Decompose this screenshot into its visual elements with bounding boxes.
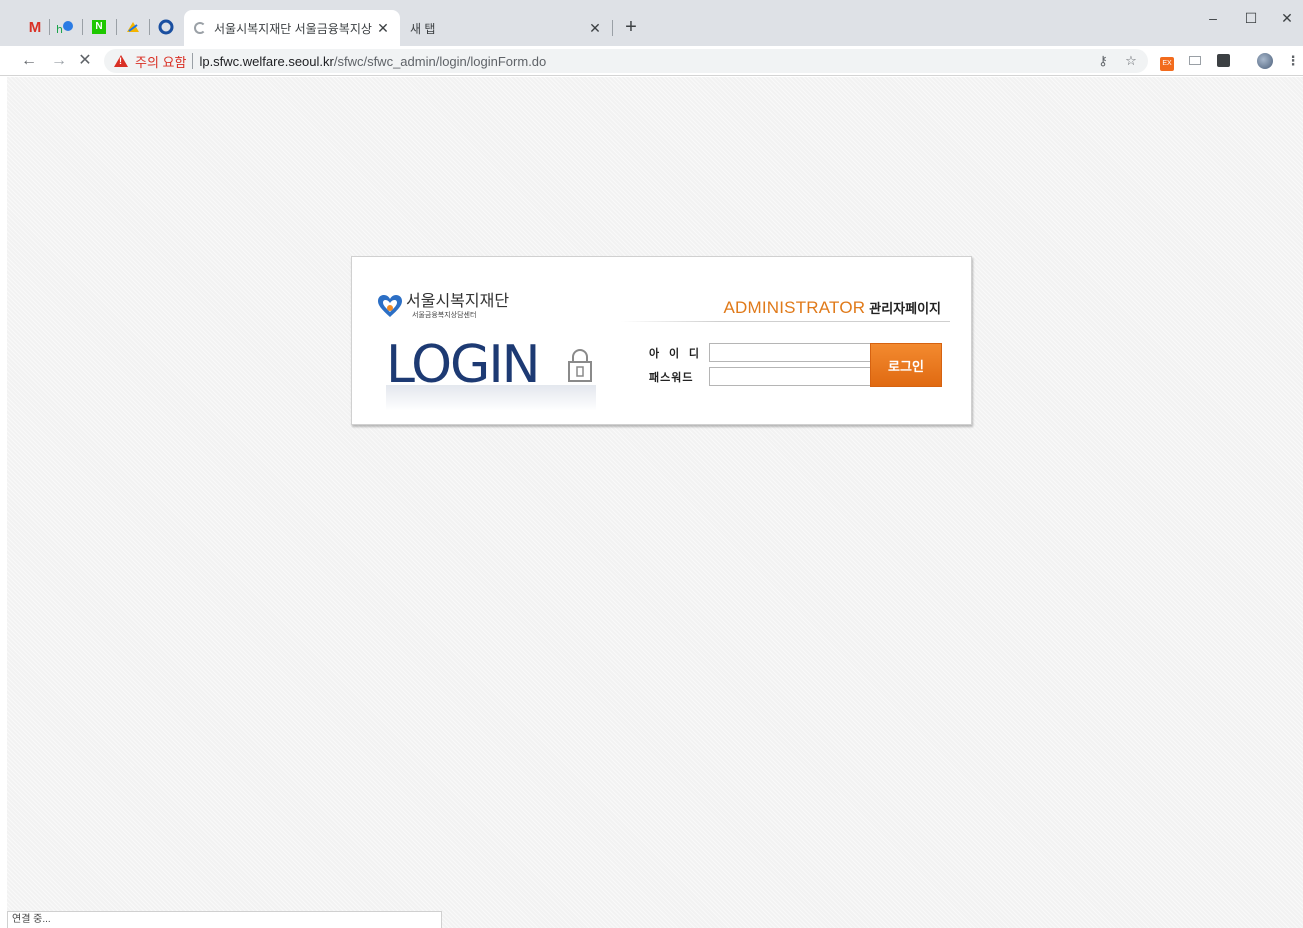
tab-title: 서울시복지재단 서울금융복지상: [214, 21, 372, 36]
warning-icon: [114, 55, 128, 67]
admin-title-en: ADMINISTRATOR: [723, 298, 866, 317]
pinned-separator: [116, 19, 117, 35]
minimize-button[interactable]: ‒: [1198, 6, 1228, 30]
heart-logo-icon: [378, 295, 402, 317]
pinned-separator: [49, 19, 50, 35]
org-name: 서울시복지재단: [406, 293, 510, 310]
close-tab-icon[interactable]: ✕: [374, 19, 392, 37]
pinned-tab-4[interactable]: [122, 16, 144, 38]
id-input[interactable]: [709, 343, 871, 362]
admin-title-ko: 관리자페이지: [869, 301, 941, 316]
profile-avatar-icon[interactable]: [1256, 52, 1274, 70]
org-subname: 서울금융복지상담센터: [412, 312, 477, 319]
loading-spinner-icon: [194, 22, 206, 34]
tab-active[interactable]: 서울시복지재단 서울금융복지상 ✕: [184, 10, 400, 46]
forward-button[interactable]: →: [48, 50, 70, 72]
extension-ex-icon[interactable]: EX: [1158, 52, 1176, 71]
org-logo: 서울시복지재단 서울금융복지상담센터: [377, 293, 509, 321]
login-button[interactable]: 로그인: [870, 343, 942, 387]
menu-kebab-icon[interactable]: ⋮: [1284, 52, 1302, 70]
new-tab-button[interactable]: +: [620, 16, 642, 40]
close-tab-icon[interactable]: ✕: [586, 19, 604, 37]
omnibox-separator: [192, 53, 194, 69]
tab-divider: [612, 20, 613, 36]
gmail-icon: M: [28, 18, 42, 36]
back-button[interactable]: ←: [18, 50, 40, 72]
key-icon[interactable]: ⚷: [1094, 52, 1112, 70]
browser-toolbar: ← → ✕ 주의 요함 lp.sfwc.welfare.seoul.kr /sf…: [0, 46, 1303, 76]
svg-text:h: h: [56, 23, 63, 35]
pinned-tab-naver[interactable]: N: [88, 16, 110, 38]
extension-dark-icon[interactable]: [1214, 52, 1232, 70]
pinned-separator: [149, 19, 150, 35]
tab-new[interactable]: 새 탭 ✕: [400, 10, 612, 46]
password-input[interactable]: [709, 367, 871, 386]
login-reflection: [386, 385, 596, 411]
bookmark-star-icon[interactable]: ☆: [1122, 52, 1140, 70]
tab-title: 새 탭: [410, 21, 436, 36]
url-host: lp.sfwc.welfare.seoul.kr: [199, 53, 334, 69]
pinned-separator: [82, 19, 83, 35]
naver-icon: N: [92, 20, 106, 34]
stop-loading-button[interactable]: ✕: [74, 50, 96, 72]
maximize-button[interactable]: ☐: [1236, 6, 1266, 30]
login-panel: 서울시복지재단 서울금융복지상담센터 LOGIN ADMINISTRATOR 관리…: [351, 256, 972, 425]
password-label: 패스워드: [649, 371, 694, 384]
close-window-button[interactable]: ✕: [1272, 6, 1302, 30]
pinned-tab-5[interactable]: [155, 16, 177, 38]
tab-strip: M h N 서울시복지재단 서울금융복지상 ✕ 새 탭 ✕ + ‒ ☐ ✕: [0, 0, 1303, 46]
app-icon: [158, 19, 174, 35]
address-bar[interactable]: 주의 요함 lp.sfwc.welfare.seoul.kr /sfwc/sfw…: [104, 49, 1148, 73]
id-label: 아 이 디: [649, 347, 703, 360]
admin-title: ADMINISTRATOR 관리자페이지: [723, 298, 941, 318]
lock-icon: [568, 349, 592, 382]
extension-card-icon[interactable]: [1186, 52, 1204, 70]
page-viewport: 서울시복지재단 서울금융복지상담센터 LOGIN ADMINISTRATOR 관리…: [7, 77, 1303, 928]
title-underline: [620, 321, 950, 322]
security-warning[interactable]: 주의 요함: [135, 52, 186, 71]
chat-bubble-icon: h: [56, 21, 73, 35]
status-bar: 연결 중...: [7, 911, 442, 928]
pinned-tab-2[interactable]: h: [54, 16, 76, 38]
pinned-tab-gmail[interactable]: M: [24, 16, 46, 38]
url-path: /sfwc/sfwc_admin/login/loginForm.do: [333, 53, 547, 69]
app-icon: [127, 22, 139, 32]
